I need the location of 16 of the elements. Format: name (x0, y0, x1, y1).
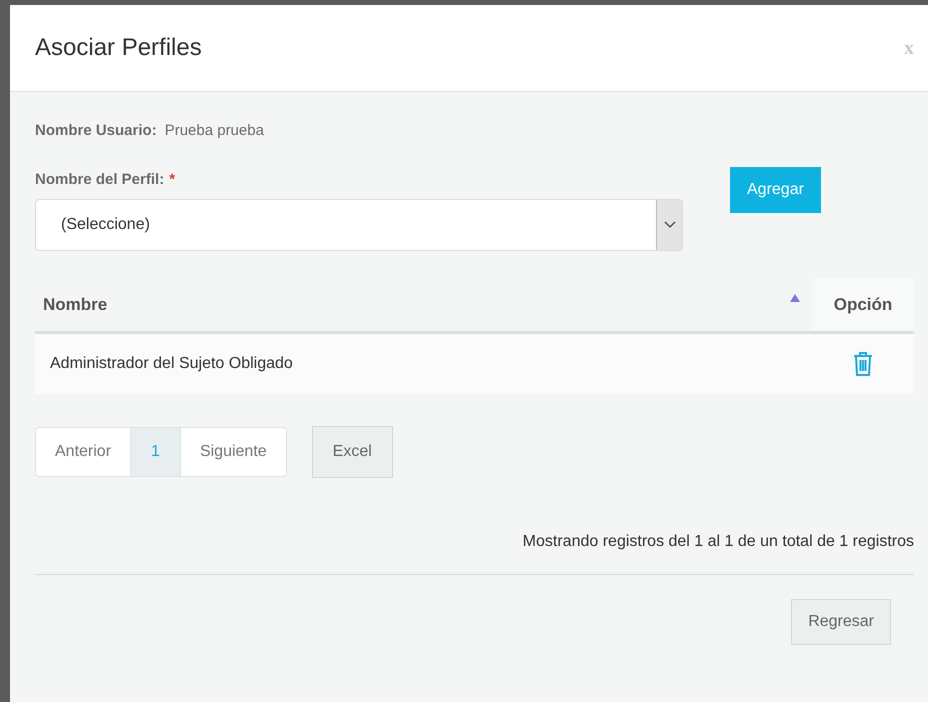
previous-page-button[interactable]: Anterior (36, 428, 130, 476)
column-header[interactable]: Opción (812, 278, 914, 331)
table-cell-text: Administrador del Sujeto Obligado (49, 354, 294, 374)
excel-button[interactable]: Excel (312, 426, 393, 478)
dialog-title: Asociar Perfiles (35, 33, 202, 63)
user-value: Prueba prueba (164, 121, 264, 141)
profile-select[interactable]: (Seleccione) (35, 199, 683, 251)
back-button[interactable]: Regresar (791, 599, 891, 645)
required-mark: * (169, 170, 176, 190)
profile-label: Nombre del Perfil: (35, 170, 164, 190)
user-label: Nombre Usuario: (35, 121, 157, 141)
next-page-button[interactable]: Siguiente (180, 428, 286, 476)
records-summary: Mostrando registros del 1 al 1 de un total de 1 registros (522, 532, 914, 552)
trash-icon[interactable] (852, 351, 874, 377)
column-header[interactable]: Nombre (35, 278, 812, 331)
chevron-down-icon (656, 200, 682, 250)
